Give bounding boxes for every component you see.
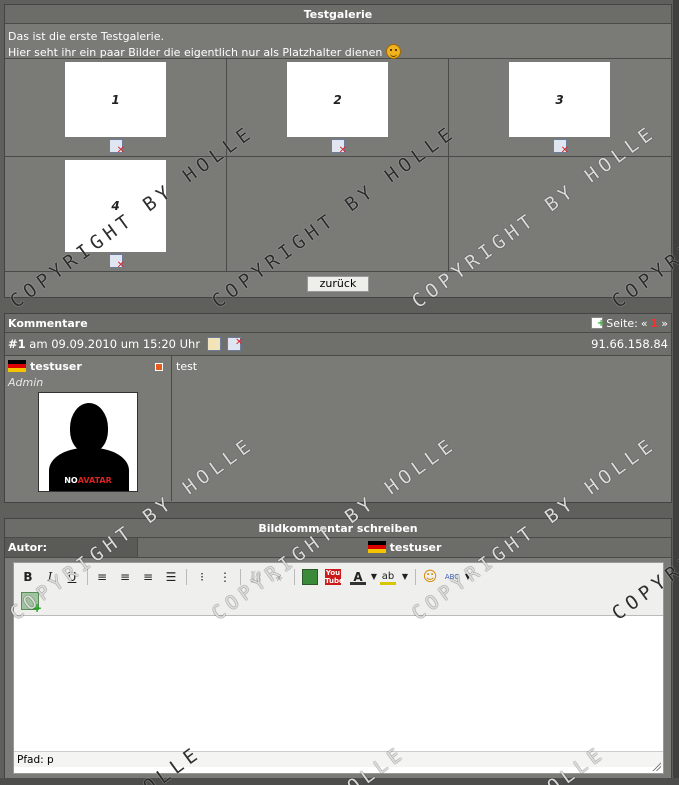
comment-author-box: testuser Admin NOAVATAR: [5, 356, 172, 501]
grid-cell: 4: [5, 157, 227, 272]
comment-textarea[interactable]: [14, 616, 663, 751]
resize-handle-icon[interactable]: [652, 762, 661, 771]
comments-panel: Kommentare Seite: « 1 » #1 am 09.09.2010…: [4, 313, 672, 503]
youtube-icon[interactable]: You Tube: [325, 569, 344, 585]
grid-cell: 1: [5, 59, 227, 157]
intro-line-2: Hier seht ihr ein paar Bilder die eigent…: [8, 46, 383, 59]
numbered-list-icon[interactable]: ⋮: [217, 569, 233, 585]
font-color-button[interactable]: A: [350, 569, 366, 585]
page-label: Seite:: [606, 316, 638, 330]
emoticon-icon[interactable]: ☺: [422, 569, 438, 585]
grid-cell-empty: [449, 157, 671, 272]
underline-button[interactable]: U: [64, 569, 80, 585]
back-button[interactable]: zurück: [306, 275, 370, 292]
bold-button[interactable]: B: [20, 569, 36, 585]
comment-username[interactable]: testuser: [30, 360, 82, 373]
comments-title: Kommentare: [8, 317, 88, 330]
intro-line-1: Das ist die erste Testgalerie.: [8, 30, 164, 43]
grid-cell: 3: [449, 59, 671, 157]
user-role: Admin: [8, 376, 44, 389]
chevron-down-icon[interactable]: ▼: [397, 569, 413, 585]
comment-date: am 09.09.2010 um 15:20 Uhr: [29, 337, 201, 351]
smiley-icon: [385, 44, 401, 59]
comment-number: #1: [8, 337, 26, 351]
page-current[interactable]: 1: [651, 314, 659, 333]
avatar: NOAVATAR: [38, 392, 138, 492]
image-thumbnail-3[interactable]: 3: [509, 62, 610, 137]
insert-gallery-image-icon[interactable]: [21, 592, 42, 615]
gallery-panel: Testgalerie Das ist die erste Testgaleri…: [4, 4, 672, 298]
comment-ip: 91.66.158.84: [591, 337, 668, 351]
rich-text-editor: B I U ≡ ≡ ≡ ☰ ⁝ ⋮ ⛓ ⚹ You Tube A ▼ ab ▼ …: [13, 562, 664, 774]
gallery-intro: Das ist die erste Testgalerie. Hier seht…: [5, 24, 671, 59]
flag-germany-icon: [367, 541, 386, 553]
write-comment-panel: Bildkommentar schreiben Autor: testuser …: [4, 518, 672, 785]
align-left-icon[interactable]: ≡: [94, 569, 110, 585]
delete-image-icon[interactable]: [109, 254, 125, 271]
editor-toolbar: B I U ≡ ≡ ≡ ☰ ⁝ ⋮ ⛓ ⚹ You Tube A ▼ ab ▼ …: [14, 563, 663, 616]
align-center-icon[interactable]: ≡: [117, 569, 133, 585]
write-title: Bildkommentar schreiben: [5, 519, 671, 538]
chevron-down-icon[interactable]: ▼: [460, 569, 476, 585]
delete-image-icon[interactable]: [553, 139, 569, 156]
page-next-link[interactable]: »: [661, 314, 668, 333]
align-justify-icon[interactable]: ☰: [163, 569, 179, 585]
pagination: Seite: « 1 »: [591, 314, 668, 333]
flag-germany-icon: [8, 360, 26, 372]
bullet-list-icon[interactable]: ⁝: [194, 569, 210, 585]
gallery-title: Testgalerie: [5, 5, 671, 24]
image-thumbnail-2[interactable]: 2: [287, 62, 388, 137]
add-comment-icon[interactable]: [591, 314, 605, 333]
insert-image-icon[interactable]: [302, 569, 318, 585]
highlight-button[interactable]: ab: [380, 569, 396, 585]
edit-comment-icon[interactable]: [206, 337, 221, 351]
italic-button[interactable]: I: [42, 569, 58, 585]
author-name: testuser: [389, 541, 442, 554]
image-grid: 1 2 3 4: [5, 59, 671, 272]
unlink-icon[interactable]: ⚹: [271, 569, 287, 585]
link-icon[interactable]: ⛓: [248, 569, 264, 585]
comment-header: #1 am 09.09.2010 um 15:20 Uhr 91.66.158.…: [5, 332, 671, 356]
image-thumbnail-4[interactable]: 4: [65, 160, 166, 252]
delete-image-icon[interactable]: [331, 139, 347, 156]
grid-cell-empty: [227, 157, 449, 272]
delete-image-icon[interactable]: [109, 139, 125, 156]
page-prev-link[interactable]: «: [641, 314, 648, 333]
page-scrollbar[interactable]: [673, 0, 679, 785]
image-thumbnail-1[interactable]: 1: [65, 62, 166, 137]
author-label: Autor:: [5, 538, 138, 557]
online-status-icon: [155, 363, 163, 371]
editor-path: Pfad: p: [14, 751, 663, 767]
delete-comment-icon[interactable]: [227, 332, 243, 354]
spellcheck-button[interactable]: ABC: [444, 569, 460, 585]
align-right-icon[interactable]: ≡: [140, 569, 156, 585]
grid-cell: 2: [227, 59, 449, 157]
comment-text: test: [176, 360, 198, 373]
